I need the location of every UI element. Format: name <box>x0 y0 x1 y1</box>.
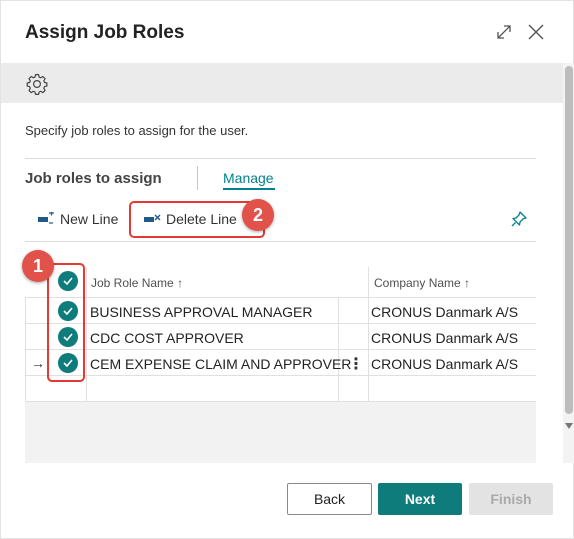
assign-job-roles-dialog: Assign Job Roles Specify job roles to as… <box>0 0 574 539</box>
expand-icon <box>497 25 511 39</box>
dialog-title: Assign Job Roles <box>25 22 185 43</box>
new-line-icon <box>38 212 54 224</box>
chevron-down-icon <box>565 423 573 429</box>
tab-active-indicator <box>223 188 275 190</box>
new-line-button[interactable]: New Line <box>37 207 118 231</box>
grid-row-divider <box>25 375 536 376</box>
callout-highlight-checkboxes <box>47 263 85 382</box>
finish-button[interactable]: Finish <box>469 483 553 515</box>
column-header-job-role[interactable]: Job Role Name ↑ <box>91 276 183 290</box>
company-cell[interactable]: CRONUS Danmark A/S <box>371 304 518 320</box>
tab-manage[interactable]: Manage <box>223 170 274 186</box>
divider <box>197 166 198 190</box>
grid-col-divider <box>86 267 87 401</box>
expand-button[interactable] <box>491 19 517 45</box>
grid-row-divider <box>25 297 536 298</box>
scroll-down-arrow[interactable] <box>564 421 574 431</box>
back-button[interactable]: Back <box>287 483 372 515</box>
job-role-cell[interactable]: CEM EXPENSE CLAIM AND APPROVER <box>90 356 351 372</box>
grid-row-divider <box>25 401 536 402</box>
grid-col-divider <box>368 267 369 401</box>
callout-badge-1: 1 <box>22 250 54 282</box>
grid-empty-area <box>25 401 536 463</box>
row-actions-menu[interactable]: ⋮ <box>348 354 364 374</box>
column-header-label: Company Name <box>374 276 461 290</box>
company-cell[interactable]: CRONUS Danmark A/S <box>371 330 518 346</box>
column-header-company[interactable]: Company Name ↑ <box>374 276 470 290</box>
close-icon <box>528 24 544 40</box>
grid-row-divider <box>25 349 536 350</box>
grid-row-divider <box>25 323 536 324</box>
new-line-label: New Line <box>60 211 119 227</box>
instructions-text: Specify job roles to assign for the user… <box>25 123 249 138</box>
close-button[interactable] <box>523 19 549 45</box>
current-row-indicator: → <box>31 355 45 371</box>
divider <box>25 241 536 242</box>
scrollbar-thumb[interactable] <box>565 66 573 414</box>
grid-col-divider <box>338 297 339 401</box>
gear-icon[interactable] <box>25 72 49 96</box>
callout-badge-2: 2 <box>242 199 274 231</box>
grid-col-divider <box>25 297 26 401</box>
next-button[interactable]: Next <box>378 483 462 515</box>
divider <box>25 158 536 159</box>
sort-ascending-icon: ↑ <box>464 276 471 290</box>
sort-ascending-icon: ↑ <box>177 276 184 290</box>
column-header-label: Job Role Name <box>91 276 174 290</box>
settings-bar <box>1 63 574 103</box>
job-role-cell[interactable]: CDC COST APPROVER <box>90 330 244 346</box>
job-role-cell[interactable]: BUSINESS APPROVAL MANAGER <box>90 304 313 320</box>
pin-icon[interactable] <box>509 209 529 229</box>
company-cell[interactable]: CRONUS Danmark A/S <box>371 356 518 372</box>
section-title: Job roles to assign <box>25 170 162 187</box>
